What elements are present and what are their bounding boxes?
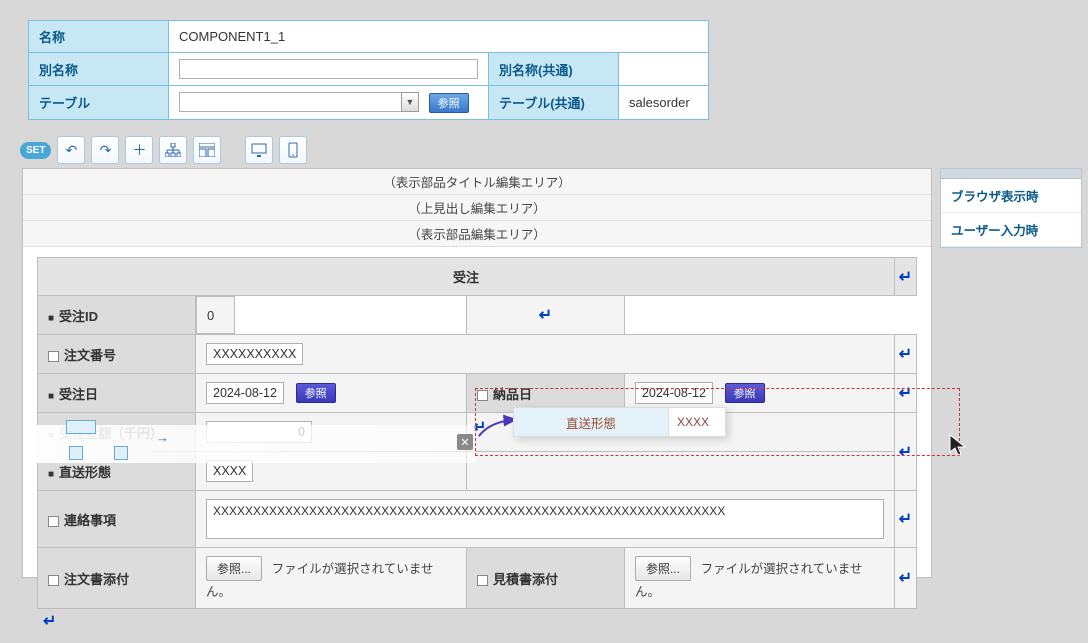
contact-label[interactable]: 連絡事項 <box>38 491 196 548</box>
return-marker[interactable]: ↵ <box>895 491 917 548</box>
editor-header-component[interactable]: （表示部品編集エリア） <box>23 221 931 247</box>
order-no-value[interactable]: XXXXXXXXXX <box>206 343 303 365</box>
return-marker[interactable]: ↵ <box>895 548 917 609</box>
mobile-icon <box>288 142 298 158</box>
return-marker[interactable]: ↵ <box>895 374 917 413</box>
order-date-ref-button[interactable]: 参照 <box>296 383 336 403</box>
order-id-label[interactable]: ■受注ID <box>38 296 196 335</box>
cursor-icon <box>948 433 970 457</box>
undo-icon: ↶ <box>66 142 78 159</box>
direct-value[interactable]: XXXX <box>206 460 253 482</box>
return-marker[interactable]: ↵ <box>466 296 624 335</box>
header-alias-common-value <box>619 53 709 86</box>
delivery-date-value[interactable]: 2024-08-12 <box>635 382 713 404</box>
tree-icon <box>165 143 181 157</box>
drag-field-value: XXXX <box>669 408 725 436</box>
desktop-button[interactable] <box>245 136 273 164</box>
form-title: 受注 <box>38 258 895 296</box>
order-attach-browse-button[interactable]: 参照... <box>206 556 262 581</box>
header-table-input[interactable] <box>179 92 402 112</box>
header-table-common-value: salesorder <box>619 86 709 120</box>
right-panel: ブラウザ表示時 ユーザー入力時 <box>940 168 1082 248</box>
add-button[interactable]: ＋ <box>125 136 153 164</box>
layout-icon <box>199 143 215 157</box>
quote-attach-browse-button[interactable]: 参照... <box>635 556 691 581</box>
header-alias-common-label: 別名称(共通) <box>489 53 619 86</box>
order-attach-label[interactable]: 注文書添付 <box>38 548 196 609</box>
drag-preview-card: 直送形態 XXXX <box>513 407 726 437</box>
header-alias-label: 別名称 <box>29 53 169 86</box>
return-marker[interactable]: ↵ <box>895 335 917 374</box>
dropdown-icon[interactable]: ▼ <box>401 92 419 112</box>
undo-button[interactable]: ↶ <box>57 136 85 164</box>
direct-label[interactable]: ■直送形態 <box>38 452 196 491</box>
editor-panel: （表示部品タイトル編集エリア） （上見出し編集エリア） （表示部品編集エリア） … <box>22 168 932 578</box>
right-panel-item-user-input[interactable]: ユーザー入力時 <box>941 213 1081 247</box>
drag-field-label: 直送形態 <box>514 408 669 436</box>
redo-button[interactable]: ↷ <box>91 136 119 164</box>
set-badge[interactable]: SET <box>20 142 51 159</box>
tree-button[interactable] <box>159 136 187 164</box>
return-marker[interactable]: ↵ <box>43 613 56 630</box>
redo-icon: ↷ <box>100 142 112 159</box>
desktop-icon <box>251 143 267 157</box>
order-id-value: 0 <box>196 296 235 334</box>
order-date-label[interactable]: ■受注日 <box>38 374 196 413</box>
header-table-label: テーブル <box>29 86 169 120</box>
contact-textarea[interactable]: XXXXXXXXXXXXXXXXXXXXXXXXXXXXXXXXXXXXXXXX… <box>206 499 884 539</box>
header-table-common-label: テーブル(共通) <box>489 86 619 120</box>
return-marker[interactable]: ↵ <box>895 413 917 491</box>
form-table: 受注 ↵ ■受注ID 0 ↵ 注文番号 XXXXXXXXXX ↵ ■受注日 20… <box>37 257 917 609</box>
amount-label[interactable]: ■受注金額（千円） <box>38 413 196 452</box>
order-date-value[interactable]: 2024-08-12 <box>206 382 284 404</box>
header-properties-table: 名称 COMPONENT1_1 別名称 別名称(共通) テーブル ▼ 参照 テー… <box>28 20 709 120</box>
toolbar: SET ↶ ↷ ＋ <box>20 136 307 164</box>
plus-icon: ＋ <box>132 140 146 160</box>
order-no-label[interactable]: 注文番号 <box>38 335 196 374</box>
quote-attach-label[interactable]: 見積書添付 <box>466 548 624 609</box>
header-name-value: COMPONENT1_1 <box>169 21 709 53</box>
amount-value[interactable]: 0 <box>206 421 312 443</box>
header-name-label: 名称 <box>29 21 169 53</box>
mobile-button[interactable] <box>279 136 307 164</box>
header-alias-input[interactable] <box>179 59 478 79</box>
editor-header-upper[interactable]: （上見出し編集エリア） <box>23 195 931 221</box>
return-marker[interactable]: ↵ <box>895 258 917 296</box>
right-panel-header <box>941 169 1081 179</box>
editor-header-title-area[interactable]: （表示部品タイトル編集エリア） <box>23 169 931 195</box>
layout-button[interactable] <box>193 136 221 164</box>
return-marker[interactable]: ↵ <box>473 419 486 436</box>
right-panel-item-browser-display[interactable]: ブラウザ表示時 <box>941 179 1081 213</box>
header-table-ref-button[interactable]: 参照 <box>429 93 469 113</box>
close-icon[interactable]: ✕ <box>457 434 473 450</box>
delivery-date-ref-button[interactable]: 参照 <box>725 383 765 403</box>
